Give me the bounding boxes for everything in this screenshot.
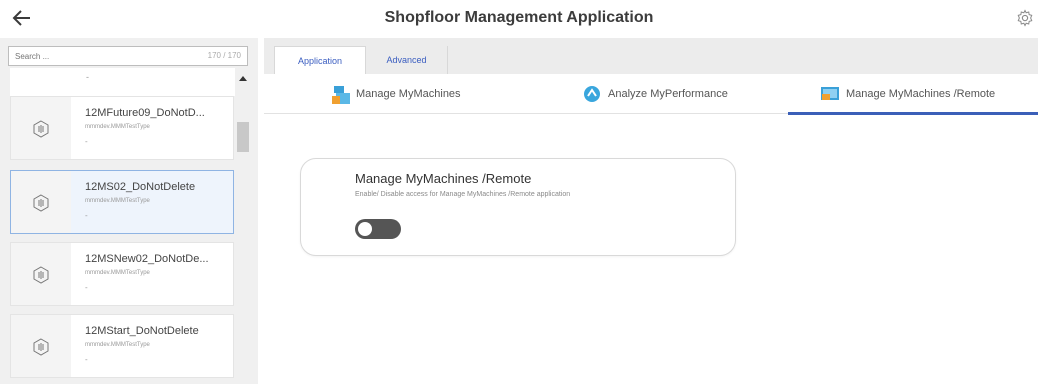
subtab-label: Manage MyMachines /Remote: [846, 88, 996, 100]
remote-machines-icon: [821, 87, 839, 100]
panel-title: Manage MyMachines /Remote: [355, 171, 532, 186]
list-item-info: 12MSNew02_DoNotDe... mmmdev.MMMTestType …: [71, 243, 233, 305]
subtab-manage-mymachines-remote[interactable]: Manage MyMachines /Remote: [788, 74, 1038, 115]
asset-hexagon-icon: [33, 266, 49, 284]
tab-application[interactable]: Application: [274, 46, 366, 74]
list-item-sub: -: [85, 283, 88, 292]
list-item-info: 12MStart_DoNotDelete mmmdev.MMMTestType …: [71, 315, 233, 377]
app-header: Shopfloor Management Application: [0, 0, 1038, 36]
list-item-type: mmmdev.MMMTestType: [85, 270, 150, 276]
scroll-up-arrow-icon[interactable]: [237, 72, 249, 84]
list-item-name: 12MS02_DoNotDelete: [85, 181, 196, 193]
list-item-info: 12MFuture09_DoNotD... mmmdev.MMMTestType…: [71, 97, 233, 159]
analyze-performance-icon: [584, 86, 600, 102]
list-item-sub: -: [86, 72, 89, 82]
list-item[interactable]: 12MStart_DoNotDelete mmmdev.MMMTestType …: [10, 314, 234, 378]
toggle-knob: [358, 222, 372, 236]
asset-hexagon-icon: [33, 194, 49, 212]
list-item-name: 12MStart_DoNotDelete: [85, 325, 199, 337]
scrollbar-thumb[interactable]: [237, 122, 249, 152]
list-item-selected[interactable]: 12MS02_DoNotDelete mmmdev.MMMTestType -: [10, 170, 234, 234]
subtab-label: Analyze MyPerformance: [608, 88, 728, 100]
list-item-type: mmmdev.MMMTestType: [85, 124, 150, 130]
list-item-sub: -: [85, 211, 88, 220]
list-item-name: 12MSNew02_DoNotDe...: [85, 253, 209, 265]
tab-bar: Application Advanced: [264, 38, 1038, 74]
asset-hexagon-icon: [33, 338, 49, 356]
list-item[interactable]: 12MSNew02_DoNotDe... mmmdev.MMMTestType …: [10, 242, 234, 306]
list-item-type: mmmdev.MMMTestType: [85, 342, 150, 348]
remote-access-toggle[interactable]: [355, 219, 401, 239]
list-item-sub: -: [85, 137, 88, 146]
asset-hexagon-icon: [33, 120, 49, 138]
asset-icon-box: [11, 243, 71, 305]
app-title: Shopfloor Management Application: [384, 9, 654, 26]
search-input[interactable]: [9, 47, 165, 65]
search-count: 170 / 170: [207, 51, 241, 60]
gear-icon[interactable]: [1016, 9, 1034, 27]
list-item-type: mmmdev.MMMTestType: [85, 198, 150, 204]
subtab-label: Manage MyMachines: [356, 88, 461, 100]
panel-description: Enable/ Disable access for Manage MyMach…: [355, 191, 571, 198]
list-item-name: 12MFuture09_DoNotD...: [85, 107, 205, 119]
list-item-sub: -: [85, 355, 88, 364]
remote-access-panel: Manage MyMachines /Remote Enable/ Disabl…: [300, 158, 736, 256]
asset-sidebar: 170 / 170 - 12MFuture09_DoNotD... mmmdev…: [0, 38, 258, 384]
asset-icon-box: [11, 97, 71, 159]
manage-machines-icon: [332, 86, 350, 104]
asset-icon-box: [11, 315, 71, 377]
asset-icon-box: [11, 171, 71, 233]
subtab-analyze-myperformance[interactable]: Analyze MyPerformance: [582, 74, 762, 114]
search-box: 170 / 170: [8, 46, 248, 66]
list-item[interactable]: 12MFuture09_DoNotD... mmmdev.MMMTestType…: [10, 96, 234, 160]
list-item-info: 12MS02_DoNotDelete mmmdev.MMMTestType -: [71, 171, 233, 233]
list-item-partial[interactable]: -: [10, 68, 235, 96]
main-content: Application Advanced Manage MyMachines A…: [264, 38, 1038, 384]
sub-tab-bar: Manage MyMachines Analyze MyPerformance …: [264, 74, 1038, 115]
tab-advanced[interactable]: Advanced: [366, 46, 448, 74]
subtab-manage-mymachines[interactable]: Manage MyMachines: [324, 74, 494, 114]
